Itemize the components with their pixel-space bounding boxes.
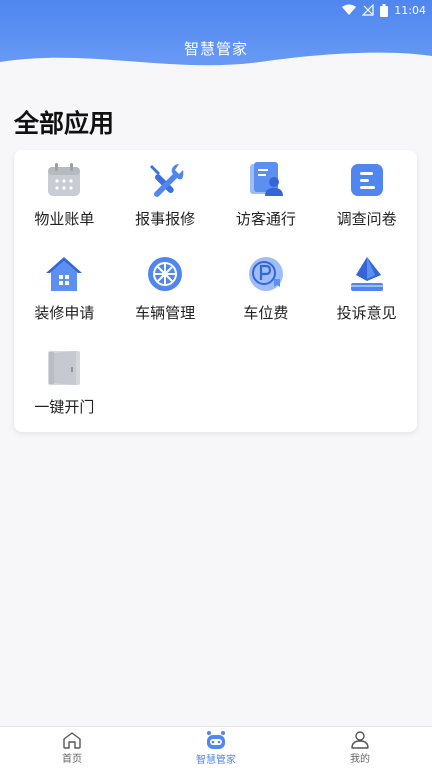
- page-title: 智慧管家: [183, 40, 248, 58]
- home-icon: [63, 731, 81, 749]
- bottom-nav: 首页 智慧管家 我的: [0, 726, 432, 768]
- wheel-icon: [145, 254, 185, 294]
- signal-icon: [362, 4, 374, 16]
- app-grid: 物业账单 报事报修 访客通行 调查问卷 装修申请 车辆管理 车位费 投诉意见 一…: [14, 150, 417, 442]
- app-property-bill[interactable]: 物业账单: [14, 160, 115, 254]
- visitor-icon: [246, 160, 286, 200]
- calendar-icon: [44, 160, 84, 200]
- status-bar: 11:04: [0, 0, 432, 20]
- survey-icon: [347, 160, 387, 200]
- apps-card: 物业账单 报事报修 访客通行 调查问卷 装修申请 车辆管理 车位费 投诉意见 一…: [14, 150, 417, 432]
- app-renovation-request[interactable]: 装修申请: [14, 254, 115, 348]
- app-label: 装修申请: [34, 304, 95, 322]
- robot-icon: [207, 730, 225, 749]
- app-label: 物业账单: [34, 210, 95, 228]
- app-label: 调查问卷: [336, 210, 397, 228]
- nav-home[interactable]: 首页: [27, 727, 117, 768]
- app-one-key-door[interactable]: 一键开门: [14, 348, 115, 442]
- app-parking-fee[interactable]: 车位费: [216, 254, 317, 348]
- wifi-icon: [342, 4, 357, 15]
- nav-smart-butler[interactable]: 智慧管家: [171, 727, 261, 768]
- app-complaints[interactable]: 投诉意见: [316, 254, 417, 348]
- app-visitor-pass[interactable]: 访客通行: [216, 160, 317, 254]
- battery-icon: [380, 3, 389, 17]
- app-repair-report[interactable]: 报事报修: [115, 160, 216, 254]
- door-icon: [44, 348, 84, 388]
- app-label: 投诉意见: [336, 304, 397, 322]
- tools-icon: [145, 160, 185, 200]
- app-label: 报事报修: [135, 210, 196, 228]
- parking-icon: [246, 254, 286, 294]
- section-title: 全部应用: [14, 109, 115, 138]
- app-vehicle-management[interactable]: 车辆管理: [115, 254, 216, 348]
- app-label: 车辆管理: [135, 304, 196, 322]
- nav-label: 首页: [62, 753, 82, 765]
- user-icon: [351, 731, 369, 749]
- clock: 11:04: [394, 3, 426, 17]
- house-icon: [44, 254, 84, 294]
- complaint-icon: [347, 254, 387, 294]
- app-label: 一键开门: [34, 398, 95, 416]
- header: 11:04 智慧管家: [0, 0, 432, 80]
- app-label: 车位费: [243, 304, 289, 322]
- main-content: 全部应用 物业账单 报事报修 访客通行 调查问卷 装修申请 车辆管理 车位费 投…: [0, 80, 432, 728]
- app-survey[interactable]: 调查问卷: [316, 160, 417, 254]
- nav-label: 我的: [350, 754, 370, 765]
- app-label: 访客通行: [235, 210, 296, 228]
- nav-label: 智慧管家: [196, 754, 236, 766]
- nav-mine[interactable]: 我的: [315, 727, 405, 768]
